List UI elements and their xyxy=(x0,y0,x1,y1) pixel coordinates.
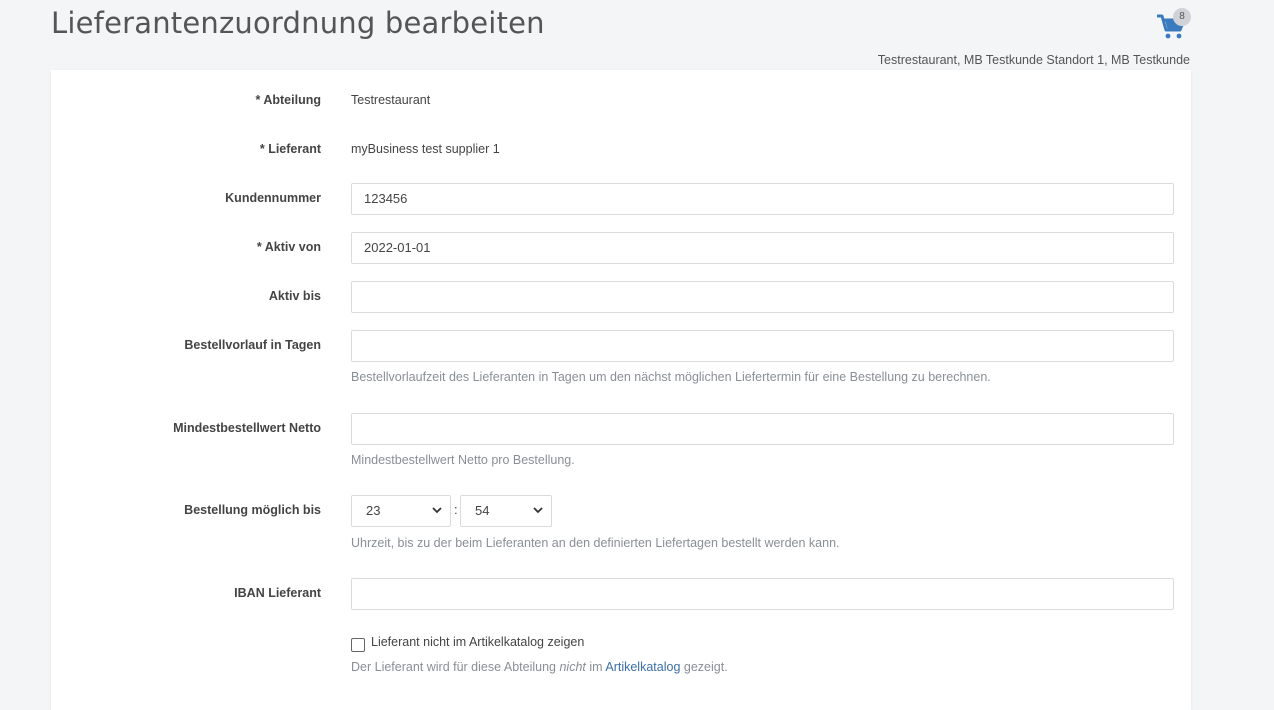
aktiv-von-input[interactable]: 2022-01-01 xyxy=(351,232,1174,264)
hide-in-catalog-label[interactable]: Lieferant nicht im Artikelkatalog zeigen xyxy=(371,635,584,649)
chevron-down-icon xyxy=(533,507,543,514)
minute-select[interactable]: 54 xyxy=(460,495,552,527)
abteilung-label: * Abteilung xyxy=(255,93,321,107)
aktiv-von-label: * Aktiv von xyxy=(256,240,321,254)
bestellung-bis-label: Bestellung möglich bis xyxy=(184,503,321,517)
context-breadcrumb: Testrestaurant, MB Testkunde Standort 1,… xyxy=(877,53,1190,67)
cart-button[interactable]: 8 xyxy=(1156,8,1191,42)
bestellung-bis-help: Uhrzeit, bis zu der beim Lieferanten an … xyxy=(351,536,840,550)
bestellvorlauf-help: Bestellvorlaufzeit des Lieferanten in Ta… xyxy=(351,370,991,384)
artikelkatalog-link[interactable]: Artikelkatalog xyxy=(605,660,680,674)
iban-label: IBAN Lieferant xyxy=(234,586,321,600)
chevron-down-icon xyxy=(432,507,442,514)
mindestbestellwert-input[interactable] xyxy=(351,413,1174,445)
catalog-help-prefix: Der Lieferant wird für diese Abteilung xyxy=(351,660,556,674)
hour-select-value: 23 xyxy=(366,503,381,518)
mindestbestellwert-label: Mindestbestellwert Netto xyxy=(173,421,321,435)
mindestbestellwert-help: Mindestbestellwert Netto pro Bestellung. xyxy=(351,453,575,467)
page-title: Lieferantenzuordnung bearbeiten xyxy=(51,6,545,40)
aktiv-bis-label: Aktiv bis xyxy=(268,289,321,303)
catalog-help: Der Lieferant wird für diese Abteilung n… xyxy=(351,660,728,674)
iban-input[interactable] xyxy=(351,578,1174,610)
kundennummer-label: Kundennummer xyxy=(225,191,321,205)
catalog-help-middle: im xyxy=(589,660,603,674)
time-separator: : xyxy=(454,502,458,517)
hide-in-catalog-checkbox[interactable] xyxy=(351,638,365,652)
aktiv-bis-input[interactable] xyxy=(351,281,1174,313)
minute-select-value: 54 xyxy=(475,503,490,518)
cart-count-badge: 8 xyxy=(1173,8,1191,26)
hour-select[interactable]: 23 xyxy=(351,495,451,527)
form-card: * Abteilung Testrestaurant * Lieferant m… xyxy=(51,70,1191,710)
lieferant-label: * Lieferant xyxy=(259,142,321,156)
abteilung-value: Testrestaurant xyxy=(351,93,431,107)
kundennummer-input[interactable]: 123456 xyxy=(351,183,1174,215)
bestellvorlauf-label: Bestellvorlauf in Tagen xyxy=(184,338,321,352)
catalog-help-suffix: gezeigt. xyxy=(683,660,728,674)
bestellvorlauf-input[interactable] xyxy=(351,330,1174,362)
catalog-help-emphasis: nicht xyxy=(559,660,586,674)
lieferant-value: myBusiness test supplier 1 xyxy=(351,142,500,156)
